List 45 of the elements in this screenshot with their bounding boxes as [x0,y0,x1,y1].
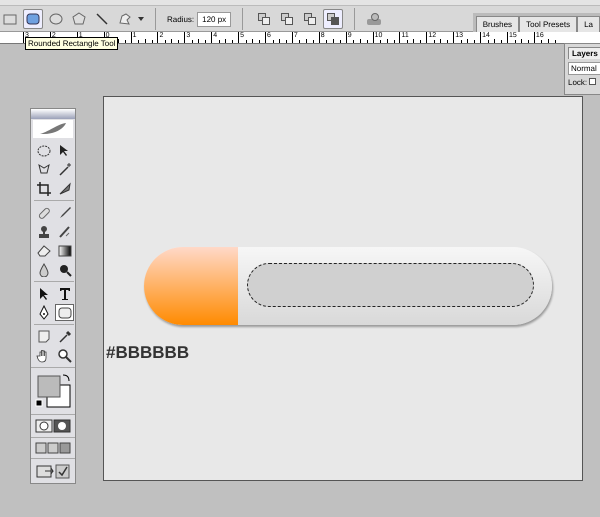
slice-knife-icon [57,181,72,196]
rounded-rectangle-icon [25,11,41,27]
mask-mode-icon[interactable] [35,419,71,433]
ellipse-icon [48,11,64,27]
radius-label: Radius: [167,14,194,24]
zoom-icon [57,348,72,363]
note-icon [36,329,51,344]
polygon-icon [71,11,87,27]
eraser-icon [36,243,51,258]
tooltip: Rounded Rectangle Tool [25,37,118,50]
overlapping-squares-icon [304,13,316,25]
caret-icon[interactable] [138,17,144,21]
palette-tab[interactable]: Tool Presets [519,16,578,32]
magic-wand-icon [57,162,72,177]
ellipse-marquee-icon [36,143,51,158]
overlapping-squares-icon [281,13,294,25]
checkbox-icon[interactable] [589,78,596,87]
dodge-icon [57,262,72,277]
history-brush-icon [57,224,72,239]
layers-tab[interactable]: Layers [568,47,600,59]
stamp-icon [36,224,51,239]
palette-well-icon[interactable] [366,12,382,26]
shape-tool-button[interactable] [23,9,43,29]
overlapping-squares-icon [258,13,270,25]
color-swatches-icon[interactable] [34,372,72,410]
rounded-rectangle-icon [57,305,72,320]
gradient-icon [57,243,72,258]
tool-button[interactable] [34,180,53,197]
tool-button[interactable] [55,304,74,321]
radius-field[interactable]: 120 px [197,12,232,26]
brush-icon [57,205,72,220]
crop-icon [36,181,51,196]
lock-label: Lock: [568,78,588,87]
jump-to-icon[interactable] [35,463,71,479]
screen-mode-icon[interactable] [35,442,71,454]
line-icon [94,11,110,27]
overlapping-squares-icon [327,13,340,25]
feather-icon[interactable] [38,122,68,136]
palette-tab[interactable]: La [577,16,600,32]
blend-mode-dropdown[interactable]: Normal [568,62,600,75]
shape-mode-button[interactable] [323,9,344,29]
type-icon [57,286,72,301]
color-label: #BBBBBB [106,343,190,363]
palette-tab[interactable]: Brushes [476,16,520,32]
eyedropper-icon [57,329,72,344]
